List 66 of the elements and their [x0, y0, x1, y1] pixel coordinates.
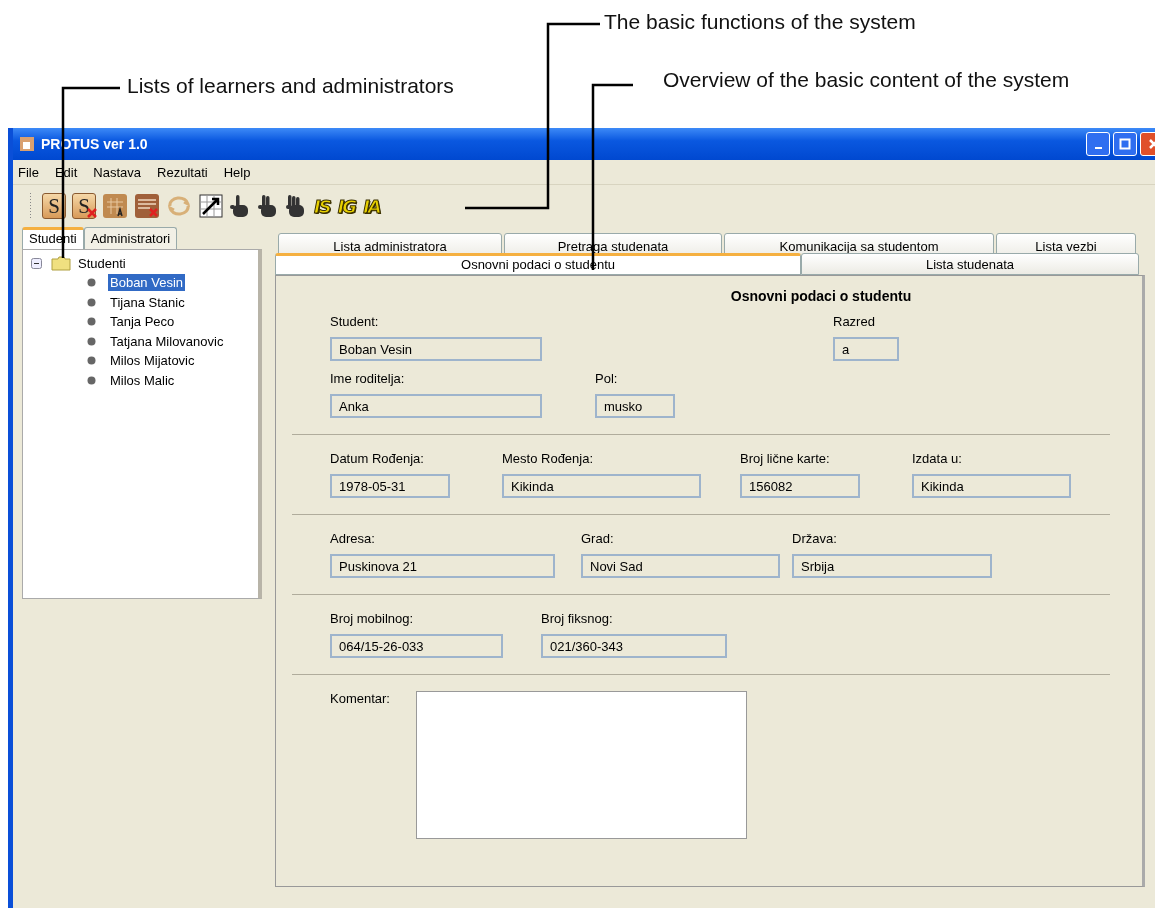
field-label: Datum Rođenja: — [330, 451, 425, 466]
tab[interactable]: Lista vezbi — [996, 233, 1136, 253]
bullet-icon — [87, 336, 96, 346]
bullet-icon — [87, 278, 96, 288]
folder-icon — [51, 256, 71, 271]
chart-arrow-icon[interactable] — [198, 193, 224, 219]
callout-text: The basic functions of the system — [604, 10, 916, 34]
input-field[interactable]: musko — [595, 394, 675, 418]
field-label: Ime roditelja: — [330, 371, 406, 386]
input-field[interactable]: Boban Vesin — [330, 337, 542, 361]
bullet-icon — [87, 297, 96, 307]
minimize-button[interactable] — [1086, 132, 1110, 156]
bullet-icon — [87, 375, 96, 385]
menu-item[interactable]: Nastava — [93, 164, 142, 180]
tree-item[interactable]: Tanja Peco — [108, 313, 177, 331]
field-label: Student: — [330, 314, 380, 329]
input-field[interactable]: 021/360-343 — [541, 634, 727, 658]
field-label: Pol: — [595, 371, 619, 386]
input-field[interactable]: Novi Sad — [581, 554, 780, 578]
input-field[interactable]: 1978-05-31 — [330, 474, 450, 498]
field-label: Grad: — [581, 531, 615, 546]
callout-text: Lists of learners and administrators — [127, 74, 454, 98]
maximize-button[interactable] — [1113, 132, 1137, 156]
tab[interactable]: Komunikacija sa studentom — [724, 233, 994, 253]
letter-card-icon[interactable]: S — [42, 193, 66, 219]
toolbar-grip-icon[interactable] — [29, 193, 32, 219]
input-field[interactable]: Kikinda — [912, 474, 1071, 498]
input-field[interactable]: a — [833, 337, 899, 361]
tree-item[interactable]: Studenti — [76, 255, 128, 272]
field-label: Broj mobilnog: — [330, 611, 415, 626]
input-field[interactable]: Kikinda — [502, 474, 701, 498]
grid-card-icon[interactable] — [102, 193, 128, 219]
menu-item[interactable]: Help — [223, 164, 251, 180]
tree-item[interactable]: Boban Vesin — [108, 274, 185, 292]
collapse-icon[interactable] — [31, 258, 42, 269]
field-label: Adresa: — [330, 531, 376, 546]
input-field[interactable]: Srbija — [792, 554, 992, 578]
field-label: Broj lične karte: — [740, 451, 831, 466]
tab[interactable]: Administratori — [83, 227, 178, 249]
form-heading: Osnovni podaci o studentu — [729, 288, 913, 304]
field-label: Razred — [833, 314, 876, 329]
tab[interactable]: Lista studenata — [801, 253, 1139, 275]
minimize-icon — [1094, 147, 1102, 149]
tree-item[interactable]: Milos Mijatovic — [108, 352, 197, 370]
field-label: Izdata u: — [912, 451, 963, 466]
menu-item[interactable]: File — [18, 164, 39, 180]
field-label: Broj fiksnog: — [541, 611, 614, 626]
letter-card-delete-icon[interactable]: S — [72, 193, 96, 219]
list-delete-icon[interactable] — [134, 193, 160, 219]
input-field[interactable]: 064/15-26-033 — [330, 634, 503, 658]
field-label: Komentar: — [330, 691, 390, 708]
input-field[interactable]: Puskinova 21 — [330, 554, 555, 578]
tree-item[interactable]: Milos Malic — [108, 371, 177, 389]
comment-field[interactable] — [416, 691, 747, 839]
field-label: Mesto Rođenja: — [502, 451, 595, 466]
tab[interactable]: Lista administratora — [278, 233, 502, 253]
input-field[interactable]: 156082 — [740, 474, 860, 498]
bullet-icon — [87, 317, 96, 327]
tree-item[interactable]: Tatjana Milovanovic — [108, 332, 226, 350]
field-label: Država: — [792, 531, 838, 546]
maximize-icon — [1119, 138, 1131, 150]
tree-item[interactable]: Tijana Stanic — [108, 293, 187, 311]
bullet-icon — [87, 356, 96, 366]
input-field[interactable]: Anka — [330, 394, 542, 418]
menu-item[interactable]: Rezultati — [157, 164, 208, 180]
callout-text: Overview of the basic content of the system — [663, 68, 1070, 92]
